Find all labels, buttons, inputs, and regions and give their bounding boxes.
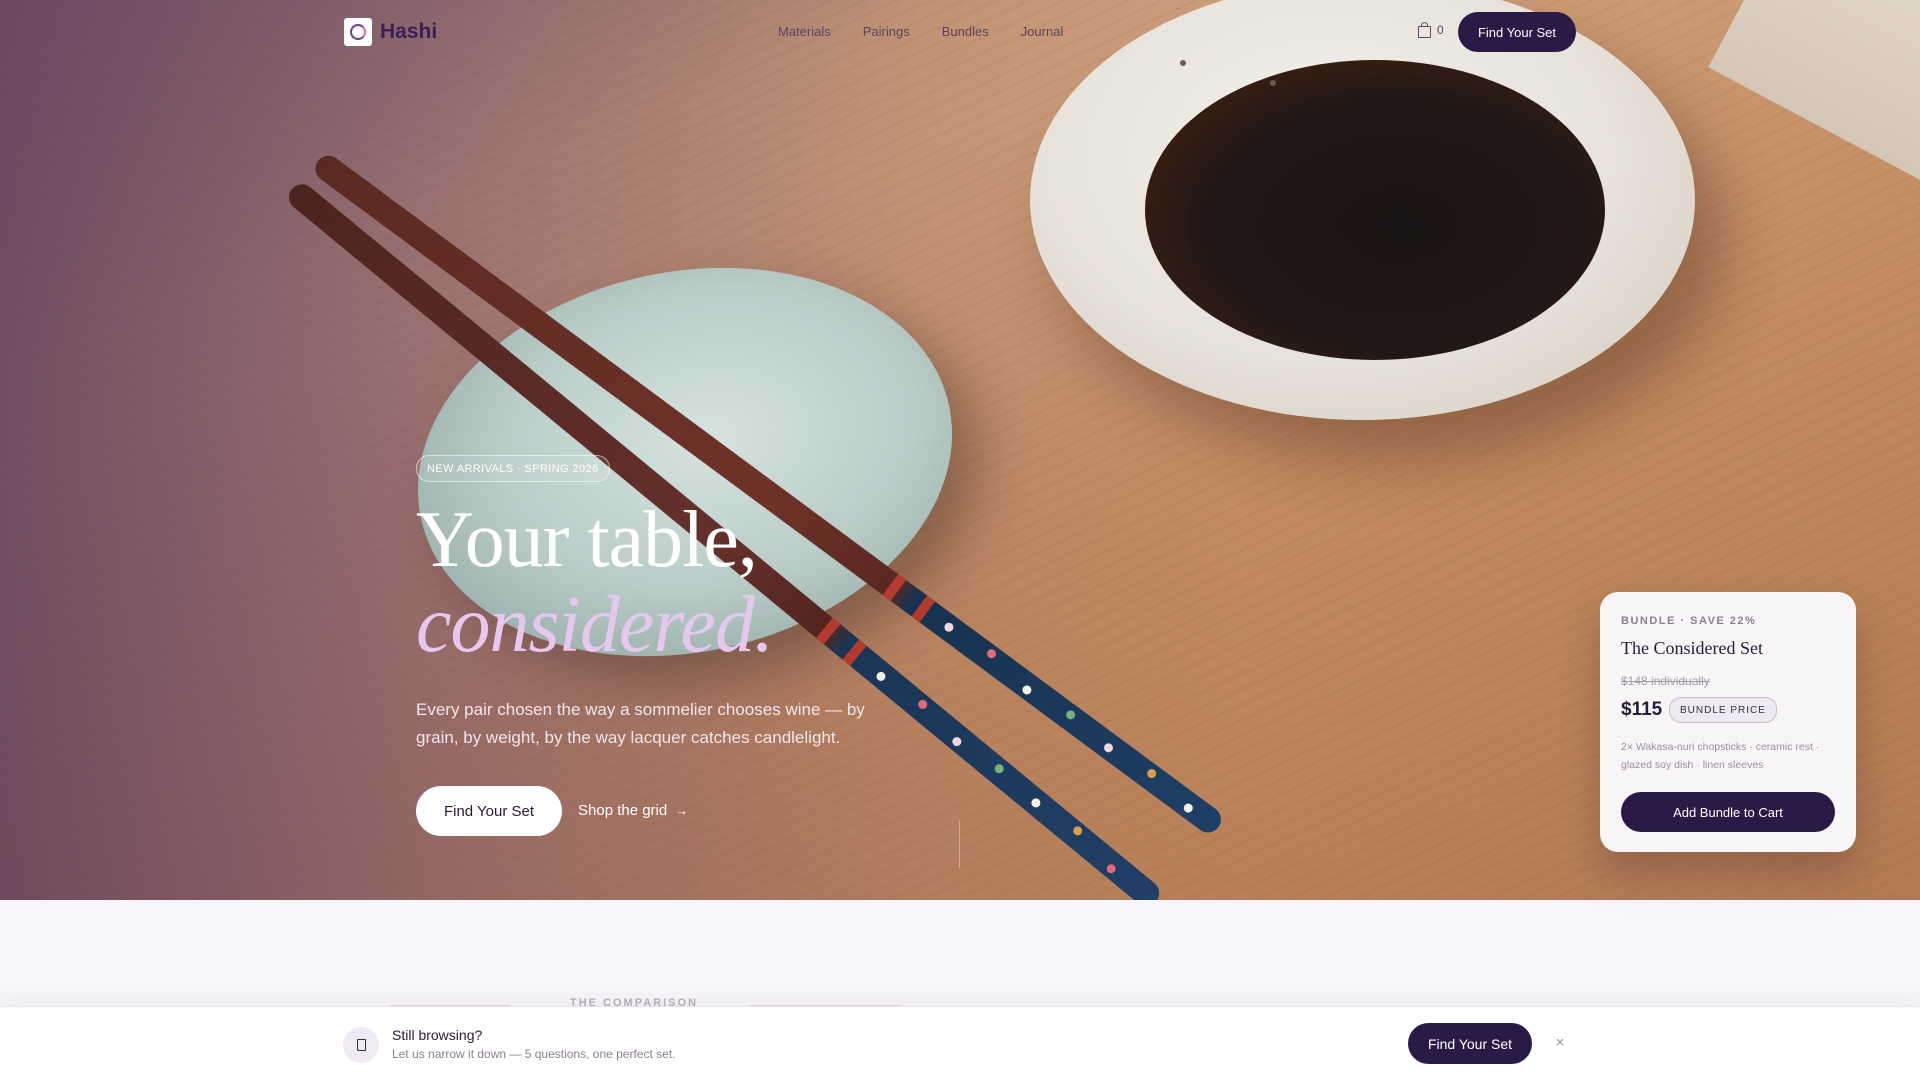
hero-find-your-set-button[interactable]: Find Your Set: [416, 786, 562, 836]
soy-sauce: [1145, 60, 1605, 360]
top-nav: Hashi Materials Pairings Bundles Journal…: [0, 0, 1920, 64]
nav-link-journal[interactable]: Journal: [1021, 24, 1064, 39]
bundle-card: BUNDLE · SAVE 22% The Considered Set $14…: [1600, 592, 1856, 852]
new-arrivals-pill: NEW ARRIVALS · SPRING 2026: [416, 455, 610, 482]
cart-button[interactable]: 0: [1418, 22, 1444, 38]
sticky-bar-title: Still browsing?: [392, 1027, 483, 1043]
bundle-eyebrow: BUNDLE · SAVE 22%: [1621, 615, 1757, 627]
bundle-price: $115: [1621, 699, 1663, 720]
hero-lede: Every pair chosen the way a sommelier ch…: [416, 700, 865, 747]
add-bundle-to-cart-button[interactable]: Add Bundle to Cart: [1621, 792, 1835, 832]
nav-links: Materials Pairings Bundles Journal: [778, 24, 1063, 39]
brand[interactable]: Hashi: [344, 18, 437, 46]
nav-link-materials[interactable]: Materials: [778, 24, 831, 39]
sticky-find-your-set-button[interactable]: Find Your Set: [1408, 1023, 1532, 1064]
close-icon[interactable]: ×: [1550, 1032, 1570, 1052]
nav-find-your-set-button[interactable]: Find Your Set: [1458, 12, 1576, 52]
bundle-original-price: $148 individually: [1621, 674, 1710, 688]
sticky-quiz-bar: Still browsing? Let us narrow it down — …: [0, 1006, 1920, 1081]
arrow-right-icon: →: [675, 803, 689, 818]
hashi-logo-icon: [344, 18, 372, 46]
cart-count: 0: [1437, 23, 1444, 37]
shopping-bag-icon: [1418, 22, 1431, 38]
scroll-indicator: [959, 820, 960, 868]
brand-name: Hashi: [380, 20, 438, 43]
shop-the-grid-link[interactable]: Shop the grid →: [578, 802, 688, 819]
sticky-bar-subtitle: Let us narrow it down — 5 questions, one…: [392, 1047, 676, 1061]
bundle-items: 2× Wakasa-nuri chopsticks · ceramic rest…: [1621, 741, 1820, 771]
hero-headline-line1: Your table,: [416, 496, 758, 584]
nav-link-pairings[interactable]: Pairings: [863, 24, 910, 39]
chopsticks-icon: [343, 1027, 379, 1063]
nav-link-bundles[interactable]: Bundles: [942, 24, 989, 39]
bundle-price-badge: BUNDLE PRICE: [1669, 697, 1777, 723]
shop-the-grid-label: Shop the grid: [578, 802, 668, 819]
hero-headline-line2: considered.: [416, 581, 774, 669]
bundle-title: The Considered Set: [1621, 638, 1763, 658]
